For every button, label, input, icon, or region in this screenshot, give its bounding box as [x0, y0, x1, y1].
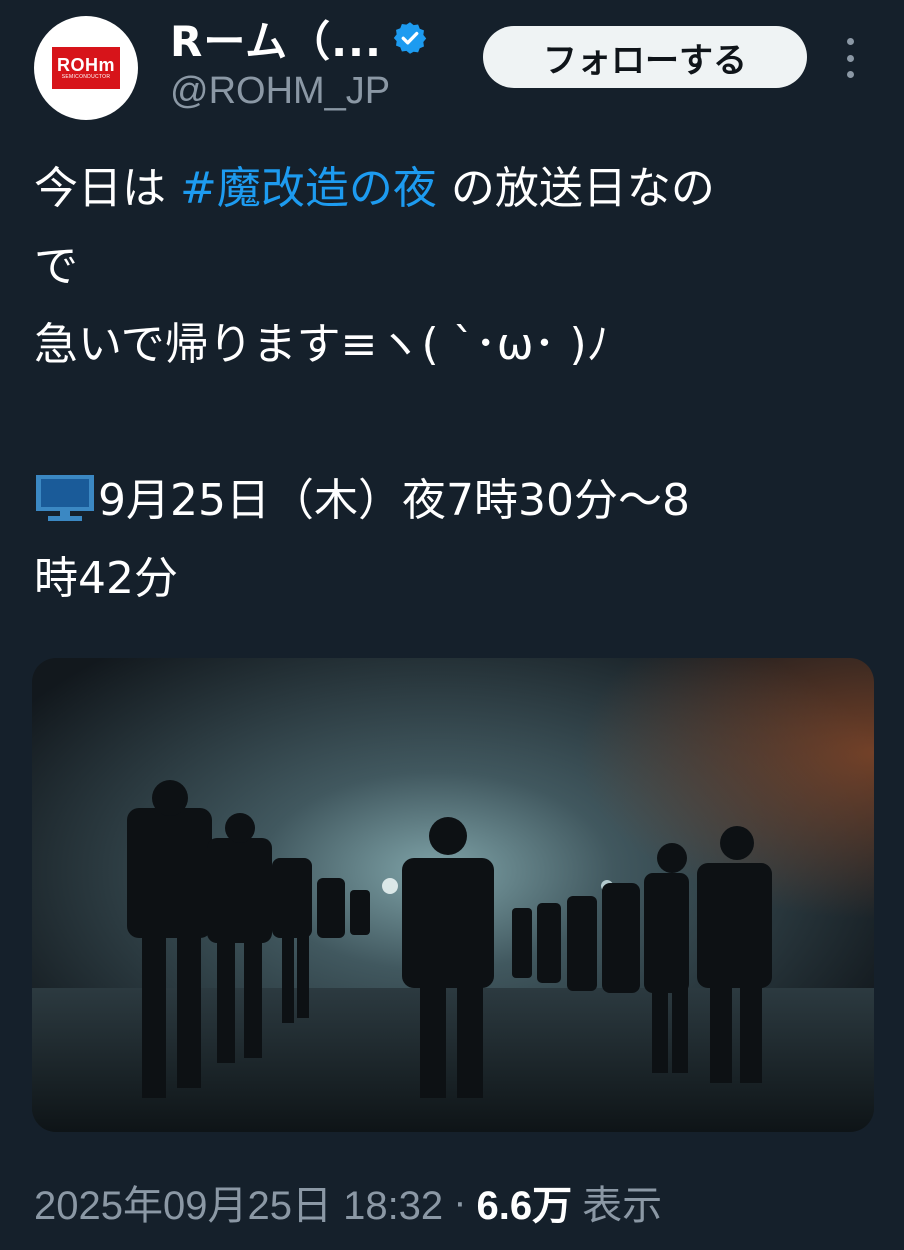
tweet-line-3: 急いで帰ります≡ヽ( ˋ･ω･ )ﾉ [34, 319, 609, 370]
tweet-text-segment: 今日は [34, 163, 180, 214]
logo-wordmark: ROHm [56, 54, 115, 75]
more-options-icon[interactable] [838, 38, 862, 78]
tweet-line-5: 9月25日（木）夜7時30分〜8 [34, 462, 874, 540]
logo-subtext: SEMICONDUCTOR [61, 73, 111, 80]
tweet-line-1: 今日は #魔改造の夜 の放送日なの [34, 150, 874, 228]
photo-image [32, 658, 874, 1132]
follow-button[interactable]: フォローする [483, 26, 807, 88]
timestamp[interactable]: 2025年09月25日 18:32 [34, 1173, 443, 1231]
meta-separator: · [453, 1179, 467, 1224]
tweet-line-6: 時42分 [34, 553, 178, 604]
tweet-media-photo[interactable] [32, 658, 874, 1132]
tweet-line-2: で [34, 241, 78, 292]
rohm-logo: ROHm SEMICONDUCTOR [52, 47, 120, 89]
views-label: 表示 [582, 1184, 663, 1228]
author-handle[interactable]: @ROHM_JP [170, 70, 390, 113]
author-name-row[interactable]: Rーム（... [170, 12, 428, 66]
hashtag-link[interactable]: #魔改造の夜 [180, 163, 437, 214]
tweet-text-segment: の放送日なの [436, 163, 715, 214]
verified-badge-icon [393, 22, 427, 54]
broadcast-schedule: 9月25日（木）夜7時30分〜8 [98, 475, 690, 526]
tweet-meta: 2025年09月25日 18:32 · 6.6万 表示 [34, 1172, 662, 1232]
avatar[interactable]: ROHm SEMICONDUCTOR [34, 16, 138, 120]
display-name[interactable]: Rーム（... [170, 8, 382, 69]
tweet-text: 今日は #魔改造の夜 の放送日なの で 急いで帰ります≡ヽ( ˋ･ω･ )ﾉ 9… [34, 150, 874, 618]
desktop-computer-icon [36, 475, 94, 521]
views-count[interactable]: 6.6万 [477, 1173, 573, 1231]
